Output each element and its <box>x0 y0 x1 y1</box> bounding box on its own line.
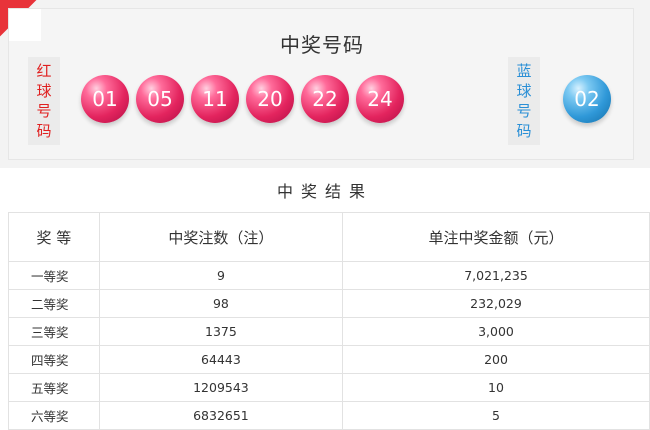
winner-count: 9 <box>98 261 344 290</box>
header-count: 中奖注数（注） <box>98 212 344 262</box>
prize-amount: 5 <box>342 401 650 430</box>
prize-amount: 10 <box>342 373 650 402</box>
results-title: 中奖结果 <box>276 182 373 201</box>
prize-level: 四等奖 <box>8 345 100 374</box>
prize-level: 五等奖 <box>8 373 100 402</box>
prize-level: 六等奖 <box>8 401 100 430</box>
winner-count: 1209543 <box>98 373 344 402</box>
table-row: 六等奖 6832651 5 <box>8 401 650 430</box>
winning-numbers-title: 中奖号码 <box>280 33 364 57</box>
prize-level: 二等奖 <box>8 289 100 318</box>
prize-level: 三等奖 <box>8 317 100 346</box>
table-row: 一等奖 9 7,021,235 <box>8 261 650 290</box>
red-balls: 01 05 11 20 22 24 <box>81 75 411 125</box>
blue-label-char: 球 <box>516 82 532 100</box>
winning-numbers-inner: 中奖号码 红 球 号 码 01 05 11 20 22 24 蓝 球 号 码 0… <box>8 8 634 160</box>
red-ball: 11 <box>191 75 239 123</box>
red-ball: 24 <box>356 75 404 123</box>
red-label-char: 球 <box>36 82 52 100</box>
blue-label-char: 号 <box>516 102 532 120</box>
winner-count: 98 <box>98 289 344 318</box>
blue-ball-label: 蓝 球 号 码 <box>508 57 540 145</box>
header-level: 奖 等 <box>8 212 100 262</box>
red-ball: 01 <box>81 75 129 123</box>
blue-label-char: 蓝 <box>516 62 532 80</box>
red-ball: 20 <box>246 75 294 123</box>
table-row: 五等奖 1209543 10 <box>8 373 650 402</box>
prize-amount: 232,029 <box>342 289 650 318</box>
table-row: 三等奖 1375 3,000 <box>8 317 650 346</box>
table-header-row: 奖 等 中奖注数（注） 单注中奖金额（元） <box>8 212 650 262</box>
red-label-char: 红 <box>36 62 52 80</box>
winning-numbers-panel: 中奖号码 红 球 号 码 01 05 11 20 22 24 蓝 球 号 码 0… <box>0 0 650 168</box>
blue-ball: 02 <box>563 75 611 123</box>
header-amount: 单注中奖金额（元） <box>342 212 650 262</box>
blue-balls: 02 <box>563 75 618 123</box>
red-label-char: 码 <box>36 122 52 140</box>
table-row: 二等奖 98 232,029 <box>8 289 650 318</box>
results-table: 奖 等 中奖注数（注） 单注中奖金额（元） 一等奖 9 7,021,235 二等… <box>8 212 650 430</box>
winner-count: 64443 <box>98 345 344 374</box>
winner-count: 1375 <box>98 317 344 346</box>
prize-level: 一等奖 <box>8 261 100 290</box>
table-row: 四等奖 64443 200 <box>8 345 650 374</box>
winner-count: 6832651 <box>98 401 344 430</box>
red-ball: 22 <box>301 75 349 123</box>
prize-amount: 3,000 <box>342 317 650 346</box>
red-label-char: 号 <box>36 102 52 120</box>
blue-label-char: 码 <box>516 122 532 140</box>
red-ball-label: 红 球 号 码 <box>28 57 60 145</box>
prize-amount: 200 <box>342 345 650 374</box>
red-ball: 05 <box>136 75 184 123</box>
prize-amount: 7,021,235 <box>342 261 650 290</box>
